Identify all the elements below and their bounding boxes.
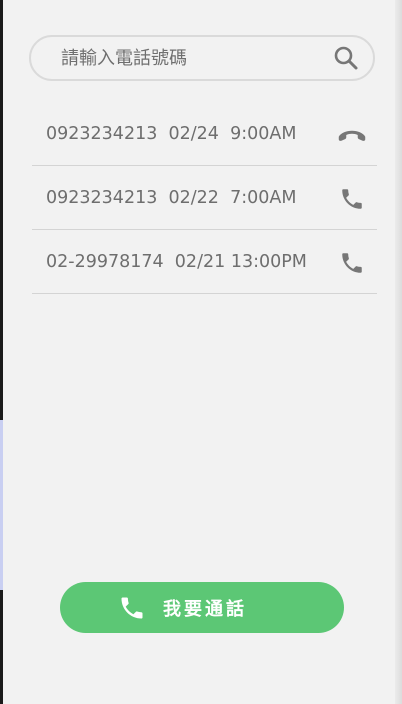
phone-icon[interactable] xyxy=(337,248,367,278)
call-history-list: 0923234213 02/24 9:00AM 0923234213 02/22… xyxy=(32,102,377,294)
call-history-row[interactable]: 0923234213 02/22 7:00AM xyxy=(32,166,377,230)
call-entry-text: 0923234213 02/24 9:00AM xyxy=(46,124,296,144)
phone-number: 0923234213 xyxy=(46,123,158,144)
call-date: 02/24 xyxy=(168,123,219,144)
call-date: 02/21 xyxy=(174,251,226,272)
phone-icon[interactable] xyxy=(337,184,367,214)
search-input[interactable] xyxy=(59,46,331,70)
search-bar xyxy=(29,35,375,81)
search-icon[interactable] xyxy=(331,43,361,73)
call-time: 9:00AM xyxy=(230,123,297,144)
phone-icon xyxy=(118,594,146,622)
screen-left-edge xyxy=(0,0,3,704)
call-history-row[interactable]: 02-29978174 02/21 13:00PM xyxy=(32,230,377,294)
call-history-row[interactable]: 0923234213 02/24 9:00AM xyxy=(32,102,377,166)
call-time: 7:00AM xyxy=(230,187,297,208)
phone-hangup-icon[interactable] xyxy=(337,120,367,150)
call-date: 02/22 xyxy=(168,187,219,208)
make-call-label: 我要通話 xyxy=(163,598,247,620)
make-call-button[interactable]: 我要通話 xyxy=(60,582,344,633)
call-entry-text: 02-29978174 02/21 13:00PM xyxy=(46,252,307,272)
screen-right-edge xyxy=(395,0,402,704)
edge-highlight xyxy=(0,420,3,590)
phone-number: 0923234213 xyxy=(46,187,158,208)
phone-number: 02-29978174 xyxy=(46,251,164,272)
call-time: 13:00PM xyxy=(230,251,307,272)
call-entry-text: 0923234213 02/22 7:00AM xyxy=(46,188,296,208)
